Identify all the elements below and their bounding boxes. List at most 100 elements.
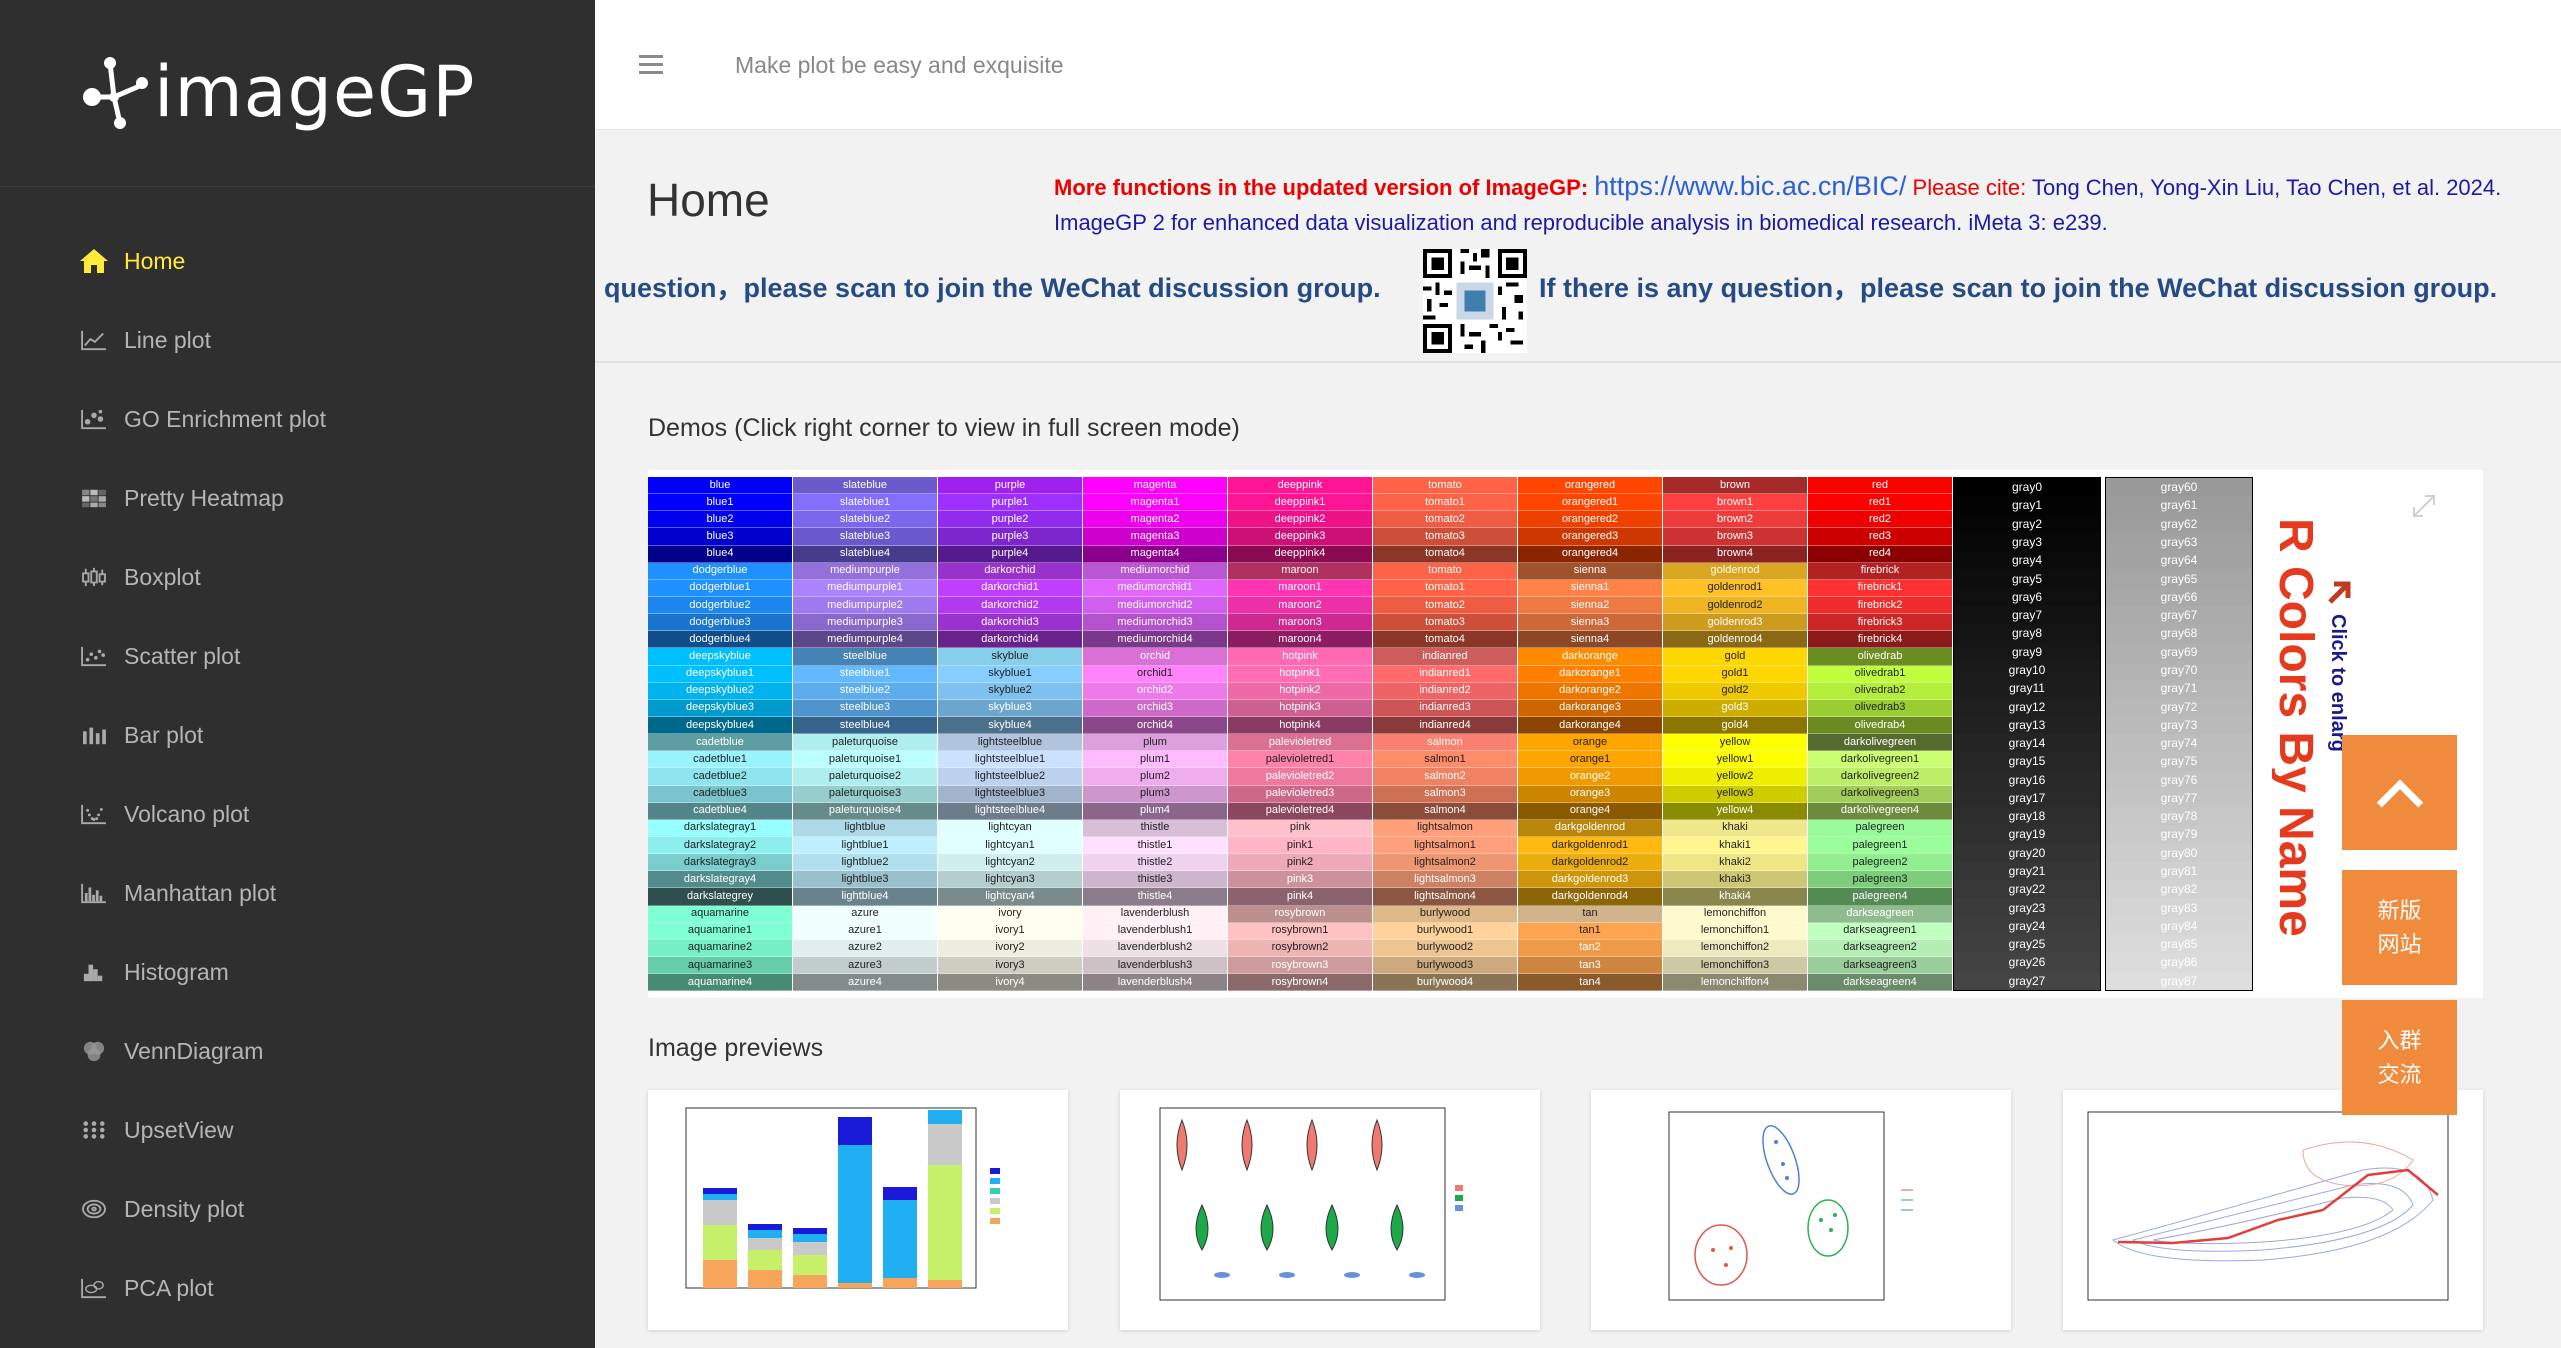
- menu-toggle-icon[interactable]: [639, 55, 663, 75]
- sidebar-item-volcano-plot[interactable]: Volcano plot: [0, 775, 595, 853]
- gray-swatch: gray70: [2106, 660, 2252, 680]
- gray-swatch: gray24: [1954, 916, 2100, 936]
- logo[interactable]: imageGP: [80, 51, 476, 133]
- color-swatch: pink: [1228, 819, 1372, 837]
- color-swatch: khaki3: [1663, 871, 1807, 889]
- sidebar-item-home[interactable]: Home: [0, 222, 595, 300]
- sidebar-item-label: Density plot: [124, 1195, 245, 1222]
- sidebar-item-density-plot[interactable]: Density plot: [0, 1170, 595, 1248]
- color-swatch: skyblue2: [938, 682, 1082, 700]
- color-swatch: darkorange: [1518, 648, 1662, 666]
- color-swatch: magenta2: [1083, 511, 1227, 529]
- color-swatch: purple3: [938, 528, 1082, 546]
- color-swatch: firebrick4: [1808, 631, 1952, 649]
- color-column: tomato tomato1 tomato2 tomato3 tomato4 tomato…: [1373, 477, 1517, 992]
- previews-title: Image previews: [648, 1034, 824, 1062]
- gray-swatch: gray66: [2106, 587, 2252, 606]
- sidebar-item-pretty-heatmap[interactable]: Pretty Heatmap: [0, 459, 595, 537]
- sidebar-item-label: Pretty Heatmap: [124, 484, 284, 511]
- color-swatch: olivedrab4: [1808, 716, 1952, 735]
- gray-swatch: gray17: [1954, 788, 2100, 808]
- color-swatch: lemonchiffon3: [1663, 956, 1807, 975]
- color-swatch: magenta: [1083, 477, 1227, 495]
- color-swatch: orangered3: [1518, 528, 1662, 546]
- gray-swatch: gray27: [1954, 971, 2100, 990]
- color-swatch: paleturquoise2: [793, 768, 937, 786]
- color-swatch: steelblue1: [793, 665, 937, 683]
- sidebar-item-upsetview[interactable]: UpsetView: [0, 1091, 595, 1169]
- preview-violin[interactable]: [1120, 1090, 1540, 1330]
- tagline: Make plot be easy and exquisite: [735, 52, 1064, 78]
- sidebar-item-go-enrichment-plot[interactable]: GO Enrichment plot: [0, 380, 595, 458]
- color-swatch: orchid2: [1083, 682, 1227, 700]
- color-swatch: yellow3: [1663, 785, 1807, 803]
- color-swatch: lightsalmon: [1373, 819, 1517, 837]
- arrow-icon: [2328, 581, 2351, 604]
- fullscreen-expand-icon[interactable]: [2408, 490, 2440, 522]
- color-swatch: cadetblue1: [648, 751, 792, 769]
- sidebar-item-bar-plot[interactable]: Bar plot: [0, 696, 595, 774]
- color-swatch: dodgerblue1: [648, 579, 792, 597]
- sidebar-item-scatter-plot[interactable]: Scatter plot: [0, 617, 595, 695]
- color-swatch: burlywood3: [1373, 956, 1517, 975]
- gray-swatch: gray75: [2106, 752, 2252, 771]
- color-swatch: burlywood1: [1373, 922, 1517, 940]
- color-swatch: lightsteelblue1: [938, 751, 1082, 769]
- new-version-link[interactable]: https://www.bic.ac.cn/BIC/: [1594, 171, 1906, 201]
- color-swatch: pink3: [1228, 871, 1372, 889]
- color-swatch: mediumorchid3: [1083, 614, 1227, 632]
- sidebar-item-histogram[interactable]: Histogram: [0, 933, 595, 1011]
- color-swatch: tomato1: [1373, 494, 1517, 512]
- color-swatch: dodgerblue3: [648, 614, 792, 632]
- color-swatch: indianred1: [1373, 665, 1517, 683]
- color-swatch: deepskyblue3: [648, 699, 792, 717]
- gray-swatch: gray67: [2106, 605, 2252, 625]
- gray-swatch: gray15: [1954, 752, 2100, 771]
- color-swatch: cadetblue4: [648, 802, 792, 820]
- gray-swatch: gray80: [2106, 843, 2252, 862]
- divider: [0, 186, 595, 187]
- color-swatch: slateblue1: [793, 494, 937, 512]
- join-group-label: 入群 交流: [2377, 1027, 2422, 1087]
- color-swatch: brown2: [1663, 511, 1807, 529]
- preview-stacked-bar[interactable]: [648, 1090, 1068, 1330]
- color-swatch: slateblue2: [793, 511, 937, 529]
- sidebar-item-pca-plot[interactable]: PCA plot: [0, 1249, 595, 1327]
- r-colors-title-text: R Colors By Name: [2272, 518, 2322, 937]
- color-column: deeppink deeppink1 deeppink2 deeppink3 deepp…: [1228, 477, 1372, 992]
- gray-column: gray60 gray61 gray62 gray63 gray64 gray65 gray…: [2105, 477, 2253, 991]
- sidebar-item-venndiagram[interactable]: VennDiagram: [0, 1012, 595, 1090]
- color-swatch: gold1: [1663, 665, 1807, 683]
- update-notice: More functions in the updated version of…: [1054, 169, 2514, 240]
- color-swatch: salmon4: [1373, 802, 1517, 820]
- sidebar-item-boxplot[interactable]: Boxplot: [0, 538, 595, 616]
- preview-density-line[interactable]: [2063, 1090, 2483, 1330]
- new-site-button[interactable]: 新版 网站: [2342, 870, 2457, 985]
- color-swatch: thistle4: [1083, 888, 1227, 906]
- sidebar-item-manhattan-plot[interactable]: Manhattan plot: [0, 854, 595, 932]
- color-swatch: aquamarine3: [648, 956, 792, 975]
- join-group-button[interactable]: 入群 交流: [2342, 1000, 2457, 1115]
- preview-pcoa[interactable]: [1591, 1090, 2011, 1330]
- color-swatch: gold2: [1663, 682, 1807, 700]
- color-swatch: gold: [1663, 648, 1807, 666]
- color-swatch: tomato4: [1373, 631, 1517, 649]
- demo-frame: blue blue1 blue2 blue3 blue4 dodgerblue dodger…: [648, 470, 2483, 998]
- back-to-top-button[interactable]: [2342, 735, 2457, 850]
- color-swatch: olivedrab3: [1808, 699, 1952, 717]
- color-swatch: blue1: [648, 494, 792, 512]
- color-swatch: khaki1: [1663, 836, 1807, 855]
- color-swatch: maroon2: [1228, 596, 1372, 615]
- color-swatch: darkorange2: [1518, 682, 1662, 700]
- color-swatch: indianred: [1373, 648, 1517, 666]
- color-swatch: paleturquoise: [793, 734, 937, 752]
- color-swatch: skyblue3: [938, 699, 1082, 717]
- color-swatch: paleturquoise4: [793, 802, 937, 820]
- sidebar-item-label: Home: [124, 247, 186, 274]
- color-swatch: indianred3: [1373, 699, 1517, 717]
- page-header: Home More functions in the updated versi…: [595, 131, 2561, 363]
- gray-swatch: gray22: [1954, 880, 2100, 899]
- sidebar-item-line-plot[interactable]: Line plot: [0, 301, 595, 379]
- stacked-bar-thumbnail: [685, 1107, 1000, 1289]
- color-swatch: red1: [1808, 494, 1952, 512]
